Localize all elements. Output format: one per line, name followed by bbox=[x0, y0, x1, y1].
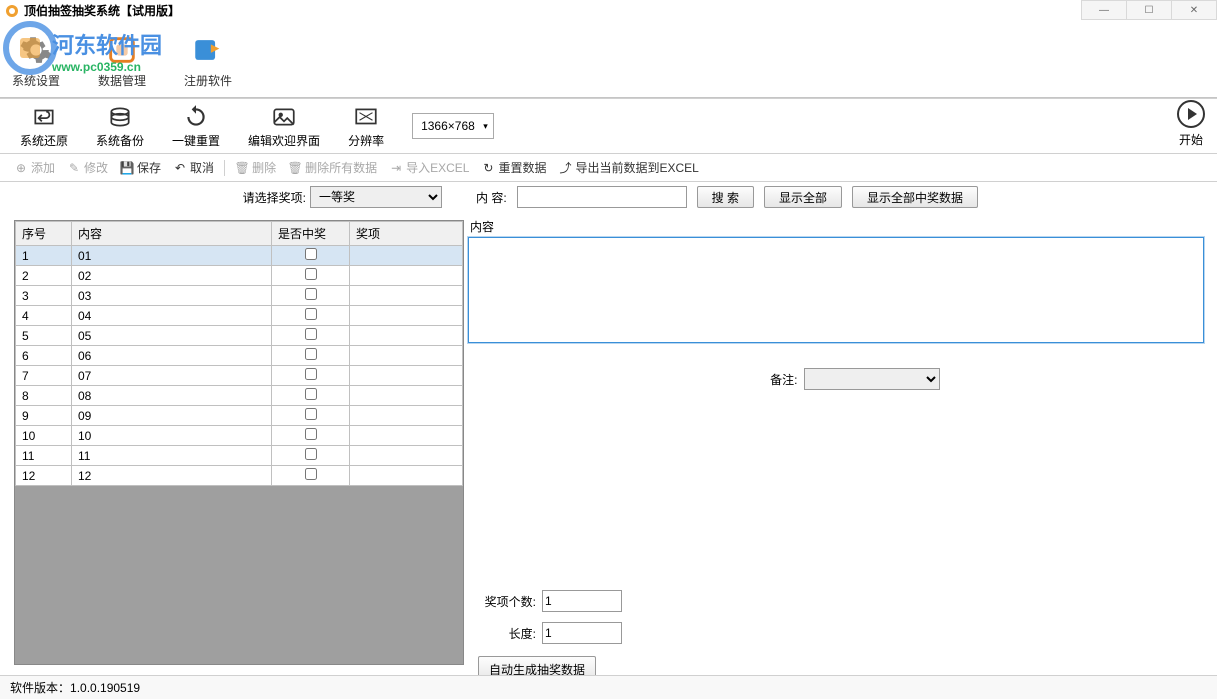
backup-icon bbox=[107, 104, 133, 130]
modify-button[interactable]: ✎修改 bbox=[63, 157, 112, 178]
refresh-icon: ↻ bbox=[481, 161, 495, 175]
table-row[interactable]: 101 bbox=[16, 246, 463, 266]
export-icon: ⤴ bbox=[558, 161, 572, 175]
prize-count-input[interactable] bbox=[542, 590, 622, 612]
toolbar-edit: ⊕添加 ✎修改 💾保存 ↶取消 🗑删除 🗑删除所有数据 ⇥导入EXCEL ↻重置… bbox=[0, 154, 1217, 182]
content-textarea[interactable] bbox=[468, 237, 1204, 343]
win-checkbox[interactable] bbox=[305, 288, 317, 300]
toolbar-main: 系统还原 系统备份 一键重置 编辑欢迎界面 分辨率 1366×768 bbox=[0, 98, 1217, 154]
gear-icon bbox=[18, 32, 54, 68]
col-seq[interactable]: 序号 bbox=[16, 222, 72, 246]
image-icon bbox=[271, 104, 297, 130]
data-icon bbox=[104, 32, 140, 68]
filter-row: 请选择奖项: 一等奖 内 容: 搜 索 显示全部 显示全部中奖数据 bbox=[0, 182, 1217, 212]
tab-data-manage[interactable]: 数据管理 bbox=[94, 32, 150, 89]
win-checkbox[interactable] bbox=[305, 248, 317, 260]
add-button[interactable]: ⊕添加 bbox=[10, 157, 59, 178]
minimize-button[interactable]: — bbox=[1081, 0, 1127, 20]
title-bar: 顶伯抽签抽奖系统【试用版】 — ☐ ✕ bbox=[0, 0, 1217, 22]
system-restore-button[interactable]: 系统还原 bbox=[20, 104, 68, 149]
delete-button[interactable]: 🗑删除 bbox=[231, 157, 280, 178]
trash-icon: 🗑 bbox=[235, 161, 249, 175]
content-filter-label: 内 容: bbox=[476, 189, 507, 206]
delete-all-button[interactable]: 🗑删除所有数据 bbox=[284, 157, 381, 178]
export-excel-button[interactable]: ⤴导出当前数据到EXCEL bbox=[554, 157, 702, 178]
table-row[interactable]: 1111 bbox=[16, 446, 463, 466]
trash-all-icon: 🗑 bbox=[288, 161, 302, 175]
tab-register[interactable]: 注册软件 bbox=[180, 32, 236, 89]
search-button[interactable]: 搜 索 bbox=[697, 186, 754, 208]
main-area: 序号 内容 是否中奖 奖项 10120230340450560670780890… bbox=[0, 218, 1217, 673]
win-checkbox[interactable] bbox=[305, 308, 317, 320]
ribbon: 系统设置 数据管理 注册软件 bbox=[0, 22, 1217, 98]
resolution-select[interactable]: 1366×768 bbox=[412, 113, 494, 139]
save-button[interactable]: 💾保存 bbox=[116, 157, 165, 178]
col-iswin[interactable]: 是否中奖 bbox=[272, 222, 350, 246]
status-bar: 软件版本： 1.0.0.190519 bbox=[0, 675, 1217, 699]
reset-icon bbox=[183, 104, 209, 130]
prize-select[interactable]: 一等奖 bbox=[310, 186, 442, 208]
detail-panel: 内容 备注: 奖项个数: 长度: 自动生成抽奖数据 bbox=[468, 218, 1217, 673]
col-prize[interactable]: 奖项 bbox=[350, 222, 463, 246]
win-checkbox[interactable] bbox=[305, 328, 317, 340]
import-excel-button[interactable]: ⇥导入EXCEL bbox=[385, 157, 473, 178]
win-checkbox[interactable] bbox=[305, 268, 317, 280]
remark-select[interactable] bbox=[804, 368, 940, 390]
app-icon bbox=[4, 3, 20, 19]
register-icon bbox=[190, 32, 226, 68]
system-backup-button[interactable]: 系统备份 bbox=[96, 104, 144, 149]
resolution-icon bbox=[353, 104, 379, 130]
table-row[interactable]: 707 bbox=[16, 366, 463, 386]
start-button[interactable]: 开始 bbox=[1177, 100, 1205, 148]
save-icon: 💾 bbox=[120, 161, 134, 175]
table-row[interactable]: 303 bbox=[16, 286, 463, 306]
table-row[interactable]: 1010 bbox=[16, 426, 463, 446]
data-table[interactable]: 序号 内容 是否中奖 奖项 10120230340450560670780890… bbox=[15, 221, 463, 486]
col-content[interactable]: 内容 bbox=[72, 222, 272, 246]
prize-count-label: 奖项个数: bbox=[468, 593, 536, 610]
version-label: 软件版本： bbox=[10, 679, 70, 696]
play-icon bbox=[1177, 100, 1205, 128]
table-row[interactable]: 1212 bbox=[16, 466, 463, 486]
cancel-button[interactable]: ↶取消 bbox=[169, 157, 218, 178]
undo-icon: ↶ bbox=[173, 161, 187, 175]
resolution-button[interactable]: 分辨率 bbox=[348, 104, 384, 149]
table-row[interactable]: 505 bbox=[16, 326, 463, 346]
plus-icon: ⊕ bbox=[14, 161, 28, 175]
window-title: 顶伯抽签抽奖系统【试用版】 bbox=[24, 2, 180, 19]
one-key-reset-button[interactable]: 一键重置 bbox=[172, 104, 220, 149]
import-icon: ⇥ bbox=[389, 161, 403, 175]
table-row[interactable]: 909 bbox=[16, 406, 463, 426]
select-prize-label: 请选择奖项: bbox=[243, 189, 306, 206]
tab-system-settings[interactable]: 系统设置 bbox=[8, 32, 64, 89]
table-row[interactable]: 404 bbox=[16, 306, 463, 326]
show-all-button[interactable]: 显示全部 bbox=[764, 186, 842, 208]
reset-data-button[interactable]: ↻重置数据 bbox=[477, 157, 550, 178]
length-label: 长度: bbox=[468, 625, 536, 642]
edit-welcome-button[interactable]: 编辑欢迎界面 bbox=[248, 104, 320, 149]
edit-icon: ✎ bbox=[67, 161, 81, 175]
win-checkbox[interactable] bbox=[305, 408, 317, 420]
table-row[interactable]: 808 bbox=[16, 386, 463, 406]
version-value: 1.0.0.190519 bbox=[70, 681, 140, 695]
win-checkbox[interactable] bbox=[305, 428, 317, 440]
length-input[interactable] bbox=[542, 622, 622, 644]
maximize-button[interactable]: ☐ bbox=[1126, 0, 1172, 20]
search-input[interactable] bbox=[517, 186, 687, 208]
remark-label: 备注: bbox=[736, 371, 798, 388]
restore-icon bbox=[31, 104, 57, 130]
win-checkbox[interactable] bbox=[305, 468, 317, 480]
table-row[interactable]: 606 bbox=[16, 346, 463, 366]
data-table-panel: 序号 内容 是否中奖 奖项 10120230340450560670780890… bbox=[14, 220, 464, 665]
content-label: 内容 bbox=[470, 218, 1207, 235]
table-row[interactable]: 202 bbox=[16, 266, 463, 286]
win-checkbox[interactable] bbox=[305, 388, 317, 400]
close-button[interactable]: ✕ bbox=[1171, 0, 1217, 20]
win-checkbox[interactable] bbox=[305, 348, 317, 360]
win-checkbox[interactable] bbox=[305, 448, 317, 460]
win-checkbox[interactable] bbox=[305, 368, 317, 380]
show-winners-button[interactable]: 显示全部中奖数据 bbox=[852, 186, 978, 208]
